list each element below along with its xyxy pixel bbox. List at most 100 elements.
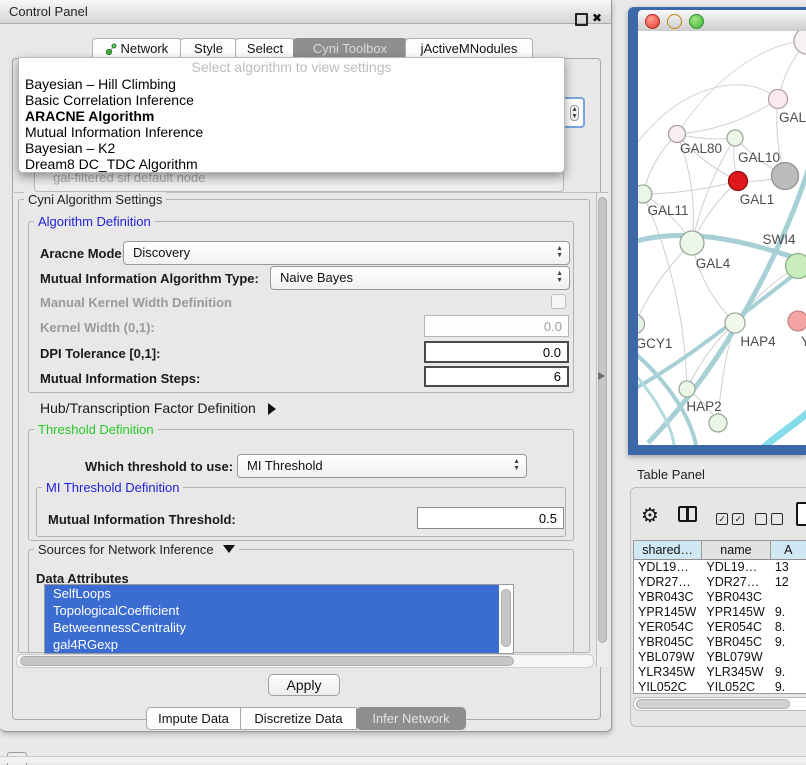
tab-jactivemnodules[interactable]: jActiveMNodules — [405, 38, 533, 59]
table-cell: 12 — [771, 575, 806, 590]
column-header[interactable]: A — [771, 541, 806, 559]
node-table[interactable]: shared…nameA YDL19…YDL19…13YDR27…YDR27…1… — [633, 540, 806, 694]
deselect-all-columns-icon[interactable] — [755, 510, 783, 528]
table-row[interactable]: YBR045CYBR045C9. — [634, 635, 806, 650]
dpi-tolerance-input[interactable] — [424, 341, 569, 363]
table-cell: YBL079W — [702, 650, 770, 665]
network-edge[interactable] — [692, 243, 735, 323]
table-row[interactable]: YDR27…YDR27…12 — [634, 575, 806, 590]
network-edge[interactable] — [638, 243, 692, 324]
mi-type-combo[interactable]: Naive Bayes ▲▼ — [270, 266, 570, 290]
algorithm-menu-items: Bayesian – Hill ClimbingBasic Correlatio… — [19, 76, 564, 172]
attribute-item[interactable]: SelfLoops — [45, 585, 499, 602]
menu-item[interactable]: Bayesian – K2 — [19, 140, 564, 156]
hub-definition-toggle[interactable]: Hub/Transcription Factor Definition — [40, 400, 276, 416]
mi-threshold-input[interactable] — [417, 507, 564, 529]
minimize-traffic-light[interactable] — [667, 14, 682, 29]
table-cell: 9. — [771, 605, 806, 620]
menu-item[interactable]: Bayesian – Hill Climbing — [19, 76, 564, 92]
data-attributes-list[interactable]: SelfLoopsTopologicalCoefficientBetweenne… — [44, 584, 514, 654]
kernel-width-input[interactable] — [424, 315, 569, 337]
restore-icon[interactable] — [575, 13, 588, 26]
attribute-item[interactable]: BetweennessCentrality — [45, 619, 499, 636]
manual-kernel-checkbox[interactable] — [551, 294, 566, 309]
chevron-down-icon — [223, 545, 235, 553]
apply-button[interactable]: Apply — [268, 674, 340, 696]
tab-infer-network[interactable]: Infer Network — [356, 707, 466, 730]
threshold-definition-title: Threshold Definition — [34, 422, 158, 437]
tab-label: jActiveMNodules — [421, 41, 518, 56]
document-icon[interactable] — [796, 502, 806, 526]
table-cell: YDL19… — [634, 560, 702, 575]
network-node[interactable] — [709, 414, 727, 432]
split-columns-icon[interactable] — [678, 506, 697, 522]
network-edge[interactable] — [687, 323, 735, 389]
mi-steps-input[interactable] — [424, 366, 569, 387]
tab-network[interactable]: Network — [92, 38, 182, 59]
list-scrollbar-thumb[interactable] — [501, 589, 511, 647]
tab-style[interactable]: Style — [180, 38, 237, 59]
close-icon[interactable]: ✖ — [592, 11, 602, 25]
table-row[interactable]: YER054CYER054C8. — [634, 620, 806, 635]
sources-toggle[interactable]: Sources for Network Inference — [34, 542, 239, 557]
network-node-HAP2[interactable] — [679, 381, 695, 397]
network-node[interactable] — [794, 31, 806, 54]
which-threshold-combo[interactable]: MI Threshold ▲▼ — [237, 454, 527, 478]
scrollbar-thumb[interactable] — [636, 699, 790, 709]
maximize-traffic-light[interactable] — [689, 14, 704, 29]
scrollbar-thumb[interactable] — [598, 197, 607, 643]
table-header-row: shared…nameA — [634, 541, 806, 560]
mi-steps-label: Mutual Information Steps: — [40, 371, 200, 386]
network-node-GAL[interactable] — [769, 90, 788, 109]
menu-item[interactable]: Dream8 DC_TDC Algorithm — [19, 156, 564, 172]
tab-select[interactable]: Select — [235, 38, 295, 59]
column-header[interactable]: name — [702, 541, 770, 559]
tab-cyni-toolbox[interactable]: Cyni Toolbox — [293, 38, 407, 59]
network-node-GAL10[interactable] — [727, 130, 743, 146]
network-node-HAP4[interactable] — [725, 313, 745, 333]
dpi-tolerance-label: DPI Tolerance [0,1]: — [40, 346, 160, 361]
aracne-mode-combo[interactable]: Discovery ▲▼ — [123, 241, 570, 265]
table-row[interactable]: YIL052CYIL052C9. — [634, 680, 806, 694]
menu-item[interactable]: Basic Correlation Inference — [19, 92, 564, 108]
node-label: HAP4 — [740, 334, 776, 349]
table-horizontal-scrollbar[interactable] — [633, 697, 806, 711]
network-node-GAL1[interactable] — [729, 172, 748, 191]
group-title: Cyni Algorithm Settings — [24, 192, 166, 207]
select-all-columns-icon[interactable]: ✓ ✓ — [716, 510, 744, 528]
settings-horizontal-scrollbar[interactable] — [16, 654, 594, 668]
attribute-item[interactable]: TopologicalCoefficient — [45, 602, 499, 619]
network-node-SWI4[interactable] — [786, 254, 806, 279]
table-cell: YBR045C — [702, 635, 770, 650]
scrollbar-thumb[interactable] — [20, 656, 514, 666]
close-traffic-light[interactable] — [645, 14, 660, 29]
network-node-Y[interactable] — [788, 311, 806, 331]
control-panel-titlebar[interactable]: Control Panel — [0, 0, 611, 24]
network-node-GAL80[interactable] — [669, 126, 686, 143]
network-edge[interactable] — [643, 134, 677, 194]
column-header[interactable]: shared… — [634, 541, 702, 559]
gear-icon[interactable]: ⚙ — [641, 503, 659, 528]
menu-item[interactable]: Mutual Information Inference — [19, 124, 564, 140]
tab-impute-data[interactable]: Impute Data — [146, 707, 241, 730]
network-node-GAL4[interactable] — [680, 231, 704, 255]
combo-arrows-icon: ▲▼ — [556, 245, 563, 259]
network-node-GCY1[interactable] — [638, 315, 645, 334]
tab-discretize-data[interactable]: Discretize Data — [240, 707, 357, 730]
network-canvas[interactable]: GALGAL80GAL10GAL1GAL11GAL4SWI4HAP4YGCY1H… — [638, 31, 806, 445]
network-window-titlebar[interactable] — [638, 10, 806, 32]
network-icon — [106, 43, 117, 55]
network-node-GAL11[interactable] — [638, 185, 652, 203]
network-node[interactable] — [772, 163, 799, 190]
table-row[interactable]: YPR145WYPR145W9. — [634, 605, 806, 620]
network-edge[interactable] — [677, 99, 778, 134]
attribute-item[interactable]: gal4RGexp — [45, 636, 499, 653]
table-cell: YLR345W — [634, 665, 702, 680]
table-row[interactable]: YDL19…YDL19…13 — [634, 560, 806, 575]
settings-vertical-scrollbar[interactable] — [596, 193, 608, 667]
table-row[interactable]: YBR043CYBR043C — [634, 590, 806, 605]
table-row[interactable]: YLR345WYLR345W9. — [634, 665, 806, 680]
menu-item[interactable]: ARACNE Algorithm — [19, 108, 564, 124]
table-row[interactable]: YBL079WYBL079W — [634, 650, 806, 665]
table-cell: YIL052C — [702, 680, 770, 694]
